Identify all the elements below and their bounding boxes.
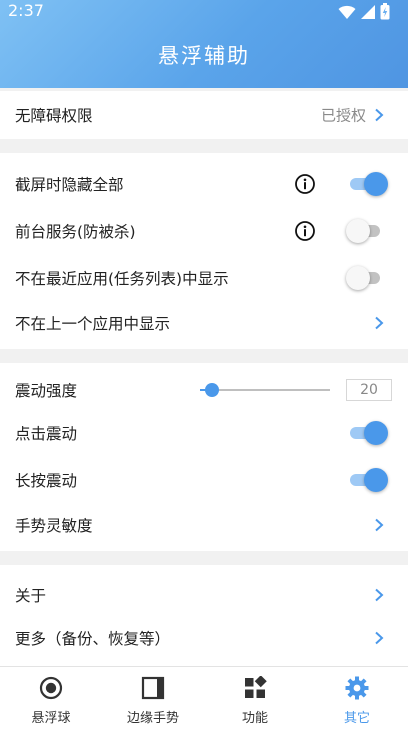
- info-icon[interactable]: [294, 173, 316, 195]
- floating-ball-icon: [39, 676, 63, 700]
- permission-status-value: 已授权: [320, 106, 366, 125]
- hide-recents-row: 不在最近应用(任务列表)中显示: [0, 256, 408, 300]
- signal-icon: [361, 4, 375, 19]
- app-header: 2:37 悬浮辅助: [0, 0, 408, 88]
- functions-grid-icon: [245, 676, 267, 698]
- nav-label: 边缘手势: [126, 711, 179, 726]
- page-title: 悬浮辅助: [158, 44, 250, 68]
- info-icon[interactable]: [294, 220, 316, 242]
- battery-icon: [380, 3, 390, 20]
- toggle-knob: [346, 266, 370, 290]
- long-press-vibration-label: 长按震动: [15, 472, 78, 490]
- nav-label: 其它: [343, 711, 370, 726]
- nav-label: 悬浮球: [31, 711, 71, 726]
- hide-last-app-row[interactable]: 不在上一个应用中显示: [0, 301, 408, 345]
- about-row[interactable]: 关于: [0, 573, 408, 617]
- chevron-right-icon: [375, 518, 384, 532]
- more-options-row[interactable]: 更多（备份、恢复等）: [0, 616, 408, 660]
- toggle-knob: [346, 219, 370, 243]
- vibration-settings-card: 震动强度 20 点击震动 长按震动 手势灵敏度: [0, 363, 408, 551]
- nav-label: 功能: [241, 711, 268, 726]
- accessibility-permission-label: 无障碍权限: [15, 107, 93, 125]
- vibration-strength-row: 震动强度 20: [0, 368, 408, 412]
- screenshot-hide-label: 截屏时隐藏全部: [15, 176, 124, 194]
- wifi-icon: [338, 5, 356, 19]
- more-options-label: 更多（备份、恢复等）: [15, 630, 171, 648]
- foreground-service-row: 前台服务(防被杀): [0, 209, 408, 253]
- vibration-strength-value[interactable]: 20: [346, 379, 392, 401]
- foreground-service-toggle[interactable]: [346, 219, 388, 243]
- status-time: 2:37: [8, 1, 44, 20]
- tap-vibration-row: 点击震动: [0, 411, 408, 455]
- toggle-knob: [364, 172, 388, 196]
- bottom-navigation: 悬浮球 边缘手势 功能 其它: [0, 666, 408, 731]
- chevron-right-icon: [375, 108, 384, 122]
- status-icons: [338, 3, 390, 20]
- nav-tab-floating-ball[interactable]: 悬浮球: [0, 667, 102, 731]
- toggle-knob: [364, 421, 388, 445]
- gesture-sensitivity-label: 手势灵敏度: [15, 517, 93, 535]
- tap-vibration-toggle[interactable]: [346, 421, 388, 445]
- foreground-service-label: 前台服务(防被杀): [15, 223, 136, 241]
- slider-rail: [200, 389, 330, 391]
- screenshot-hide-toggle[interactable]: [346, 172, 388, 196]
- edge-gesture-icon: [141, 676, 165, 700]
- nav-tab-edge-gesture[interactable]: 边缘手势: [102, 667, 204, 731]
- screenshot-hide-row: 截屏时隐藏全部: [0, 162, 408, 206]
- toggle-knob: [364, 468, 388, 492]
- chevron-right-icon: [375, 316, 384, 330]
- nav-tab-other[interactable]: 其它: [306, 667, 408, 731]
- chevron-right-icon: [375, 631, 384, 645]
- slider-thumb[interactable]: [204, 383, 219, 397]
- display-settings-card: 截屏时隐藏全部 前台服务(防被杀) 不在最近应用(任务列表)中显示 不在上一个应…: [0, 153, 408, 349]
- accessibility-permission-row[interactable]: 无障碍权限 已授权: [0, 93, 408, 137]
- long-press-vibration-toggle[interactable]: [346, 468, 388, 492]
- gear-icon: [345, 676, 369, 700]
- vibration-strength-slider[interactable]: [200, 381, 330, 399]
- hide-recents-label: 不在最近应用(任务列表)中显示: [15, 270, 229, 288]
- vibration-strength-label: 震动强度: [15, 382, 78, 400]
- gesture-sensitivity-row[interactable]: 手势灵敏度: [0, 503, 408, 547]
- hide-last-app-label: 不在上一个应用中显示: [15, 315, 171, 333]
- tap-vibration-label: 点击震动: [15, 425, 78, 443]
- long-press-vibration-row: 长按震动: [0, 458, 408, 502]
- about-label: 关于: [15, 587, 47, 605]
- permission-card: 无障碍权限 已授权: [0, 91, 408, 139]
- status-bar: 2:37: [0, 0, 408, 24]
- chevron-right-icon: [375, 588, 384, 602]
- nav-tab-functions[interactable]: 功能: [204, 667, 306, 731]
- about-card: 关于 更多（备份、恢复等）: [0, 565, 408, 666]
- hide-recents-toggle[interactable]: [346, 266, 388, 290]
